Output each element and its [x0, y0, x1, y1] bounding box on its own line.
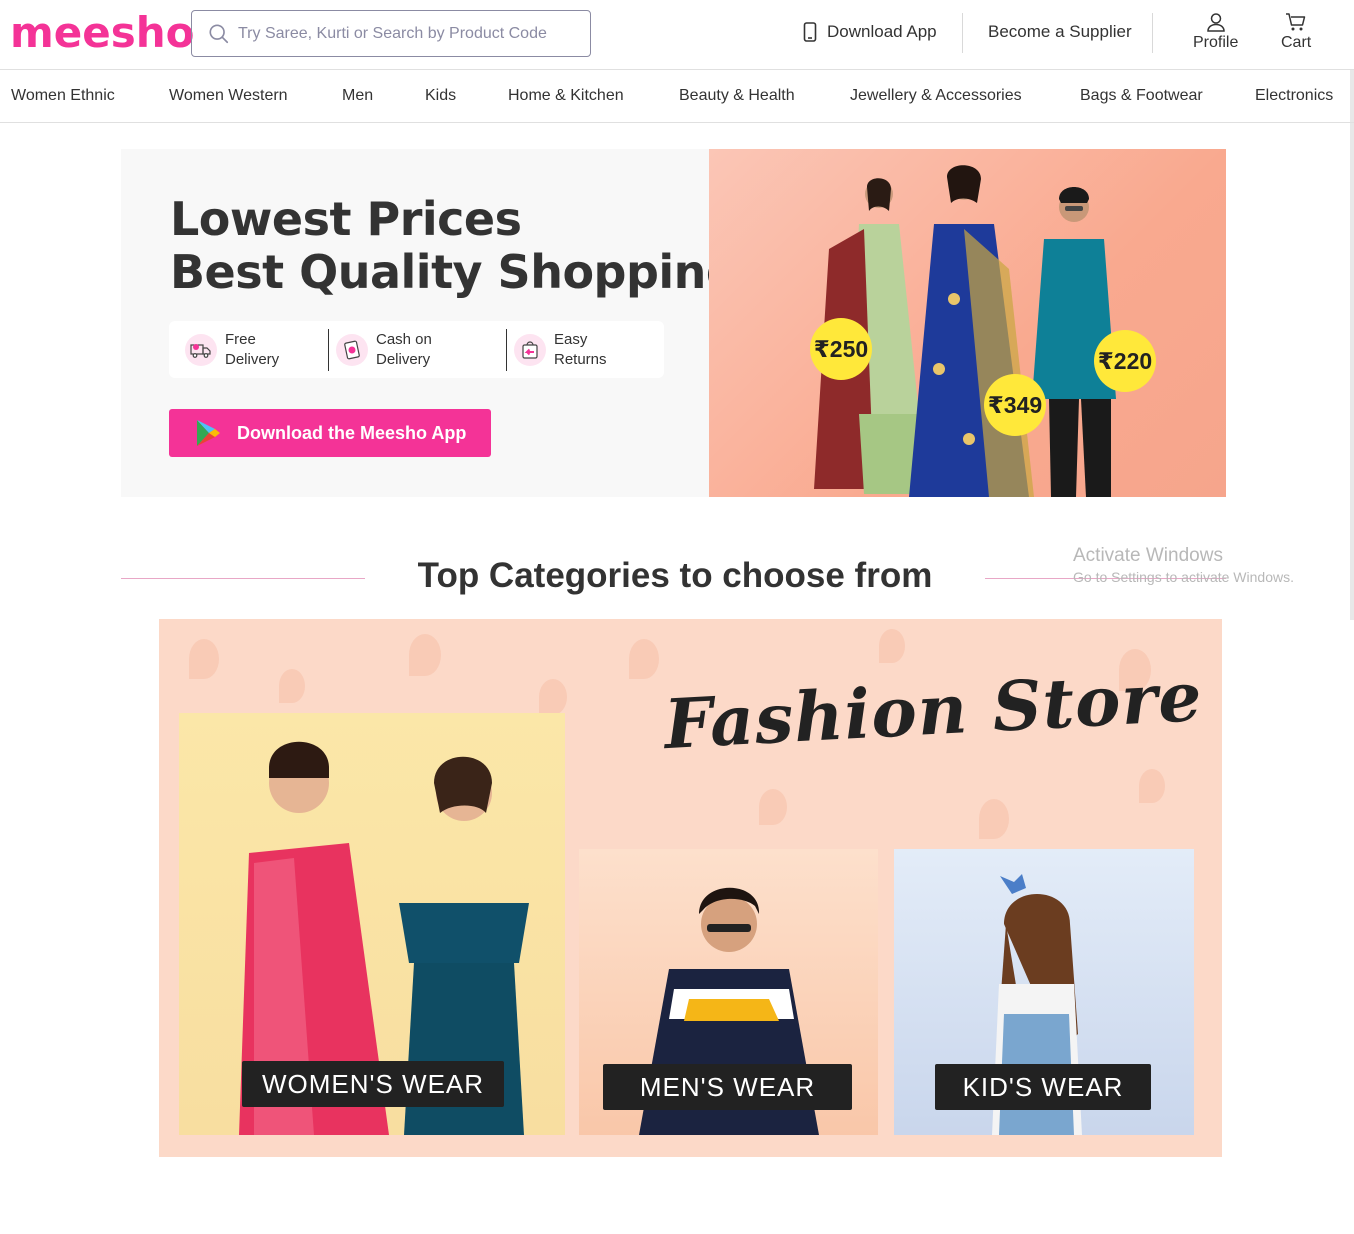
nav-item-men[interactable]: Men [342, 87, 373, 105]
download-meesho-app-button[interactable]: Download the Meesho App [169, 409, 491, 457]
models-illustration [814, 165, 1116, 497]
mens-wear-label: MEN'S WEAR [603, 1064, 852, 1110]
feature-line: Cash on [376, 331, 432, 348]
play-store-icon [197, 420, 220, 446]
cart-label: Cart [1281, 34, 1312, 51]
divider [1152, 13, 1153, 53]
leaf-decoration [979, 799, 1009, 839]
nav-item-beauty-health[interactable]: Beauty & Health [679, 87, 795, 105]
search-box[interactable] [191, 10, 591, 57]
hero-title: Lowest Prices Best Quality Shopping [170, 192, 739, 299]
feature-line: Free [225, 331, 256, 348]
womens-wear-label: WOMEN'S WEAR [242, 1061, 504, 1107]
search-input[interactable] [238, 24, 578, 43]
mens-wear-card[interactable]: MEN'S WEAR [579, 849, 878, 1135]
fashion-store-title: Fashion Store [662, 656, 1205, 766]
leaf-decoration [759, 789, 787, 825]
leaf-decoration [409, 634, 441, 676]
nav-item-kids[interactable]: Kids [425, 87, 456, 105]
kids-wear-label: KID'S WEAR [935, 1064, 1151, 1110]
download-app-link[interactable]: Download App [803, 22, 937, 42]
price-tag: ₹220 [1094, 330, 1156, 392]
feature-easy-returns: Easy Returns [514, 330, 634, 370]
cart-icon [1286, 13, 1306, 31]
feature-line: Easy [554, 331, 588, 348]
feature-line: Returns [554, 351, 607, 368]
features-strip: Free Delivery Cash on Delivery Easy Retu… [169, 321, 664, 378]
become-supplier-link[interactable]: Become a Supplier [988, 22, 1132, 42]
section-divider-left [121, 578, 365, 579]
feature-line: Delivery [225, 351, 280, 368]
download-button-label: Download the Meesho App [237, 422, 467, 443]
nav-item-electronics[interactable]: Electronics [1255, 87, 1333, 105]
price-tag: ₹349 [984, 374, 1046, 436]
user-icon [1206, 13, 1225, 32]
section-title: Top Categories to choose from [417, 556, 933, 595]
price-tag: ₹250 [810, 318, 872, 380]
leaf-decoration [629, 639, 659, 679]
feature-text: Easy Returns [554, 330, 634, 370]
leaf-decoration [539, 679, 567, 715]
kids-wear-card[interactable]: KID'S WEAR [894, 849, 1194, 1135]
divider [328, 329, 329, 371]
feature-text: Cash on Delivery [376, 330, 456, 370]
womens-wear-card[interactable]: WOMEN'S WEAR [179, 713, 565, 1135]
cart-button[interactable]: Cart [1281, 12, 1311, 52]
truck-icon [185, 334, 217, 366]
divider [962, 13, 963, 53]
download-app-label: Download App [827, 22, 937, 41]
feature-free-delivery: Free Delivery [185, 330, 305, 370]
nav-item-home-kitchen[interactable]: Home & Kitchen [508, 87, 624, 105]
nav-item-bags-footwear[interactable]: Bags & Footwear [1080, 87, 1203, 105]
cash-icon [336, 334, 368, 366]
meesho-logo[interactable]: meesho [10, 8, 195, 57]
leaf-decoration [1139, 769, 1165, 803]
hero-models-image: ₹250 ₹349 ₹220 [709, 149, 1226, 497]
leaf-decoration [279, 669, 305, 703]
feature-line: Delivery [376, 351, 431, 368]
become-supplier-label: Become a Supplier [988, 22, 1132, 41]
profile-button[interactable]: Profile [1193, 12, 1238, 52]
nav-item-women-ethnic[interactable]: Women Ethnic [11, 87, 115, 105]
profile-label: Profile [1193, 34, 1239, 51]
watermark-title: Activate Windows [1073, 545, 1223, 566]
nav-item-women-western[interactable]: Women Western [169, 87, 288, 105]
category-nav: Women Ethnic Women Western Men Kids Home… [0, 70, 1354, 123]
search-icon [209, 23, 229, 43]
hero-title-line1: Lowest Prices [170, 192, 522, 246]
activate-windows-watermark: Activate Windows Go to Settings to activ… [1073, 545, 1294, 585]
nav-item-jewellery-accessories[interactable]: Jewellery & Accessories [850, 87, 1022, 105]
feature-cash-on-delivery: Cash on Delivery [336, 330, 456, 370]
return-bag-icon [514, 334, 546, 366]
feature-text: Free Delivery [225, 330, 305, 370]
leaf-decoration [879, 629, 905, 663]
leaf-decoration [189, 639, 219, 679]
header: meesho Download App Become a Supplier Pr… [0, 0, 1354, 70]
divider [506, 329, 507, 371]
watermark-subtitle: Go to Settings to activate Windows. [1073, 569, 1294, 585]
hero-title-line2: Best Quality Shopping [170, 245, 739, 299]
fashion-store-banner[interactable]: Fashion Store WOMEN'S WEAR MEN'S WEAR KI… [159, 619, 1222, 1157]
mobile-icon [803, 22, 817, 42]
hero-banner[interactable]: Lowest Prices Best Quality Shopping Free… [121, 149, 1226, 497]
